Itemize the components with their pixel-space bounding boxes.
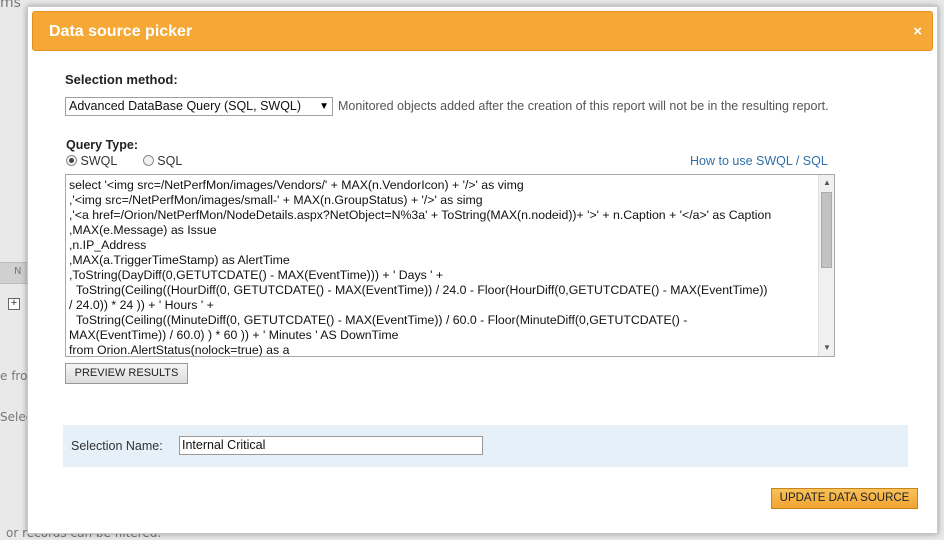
- preview-results-button[interactable]: PREVIEW RESULTS: [65, 363, 188, 384]
- selection-method-select[interactable]: Advanced DataBase Query (SQL, SWQL) ▼: [65, 97, 333, 116]
- dialog-title: Data source picker: [49, 23, 193, 40]
- query-type-sql[interactable]: SQL: [142, 154, 183, 168]
- background-text: ms: [0, 0, 21, 11]
- selection-name-input[interactable]: Internal Critical: [179, 436, 483, 455]
- radio-selected-icon[interactable]: [66, 155, 77, 166]
- background-text: N: [14, 266, 22, 277]
- query-text[interactable]: select '<img src=/NetPerfMon/images/Vend…: [69, 178, 817, 356]
- query-scrollbar[interactable]: ▲ ▼: [818, 175, 834, 356]
- scroll-down-icon[interactable]: ▼: [819, 340, 834, 356]
- data-source-picker-dialog: Data source picker × Selection method: A…: [27, 6, 938, 534]
- selection-method-note: Monitored objects added after the creati…: [338, 99, 829, 113]
- selection-name-label: Selection Name:: [71, 439, 163, 453]
- query-type-swql[interactable]: SWQL: [66, 154, 117, 168]
- query-type-sql-label: SQL: [157, 154, 183, 168]
- update-data-source-button[interactable]: UPDATE DATA SOURCE: [771, 488, 918, 509]
- query-type-label: Query Type:: [66, 138, 139, 152]
- swql-help-link[interactable]: How to use SWQL / SQL: [690, 154, 828, 168]
- close-icon[interactable]: ×: [913, 23, 922, 40]
- expand-icon: +: [8, 298, 20, 310]
- scrollbar-thumb[interactable]: [821, 192, 832, 268]
- query-type-radio-group: SWQL SQL: [66, 154, 204, 168]
- selection-method-value: Advanced DataBase Query (SQL, SWQL): [69, 99, 302, 113]
- dialog-title-bar[interactable]: Data source picker ×: [32, 11, 933, 51]
- query-textarea[interactable]: select '<img src=/NetPerfMon/images/Vend…: [65, 174, 835, 357]
- selection-name-panel: Selection Name: Internal Critical: [63, 425, 908, 467]
- dropdown-arrow-icon: ▼: [319, 101, 329, 112]
- scroll-up-icon[interactable]: ▲: [819, 175, 834, 191]
- selection-method-label: Selection method:: [65, 72, 178, 87]
- background-text: e fro: [0, 369, 28, 383]
- radio-unselected-icon[interactable]: [142, 155, 154, 166]
- query-type-swql-label: SWQL: [80, 154, 118, 168]
